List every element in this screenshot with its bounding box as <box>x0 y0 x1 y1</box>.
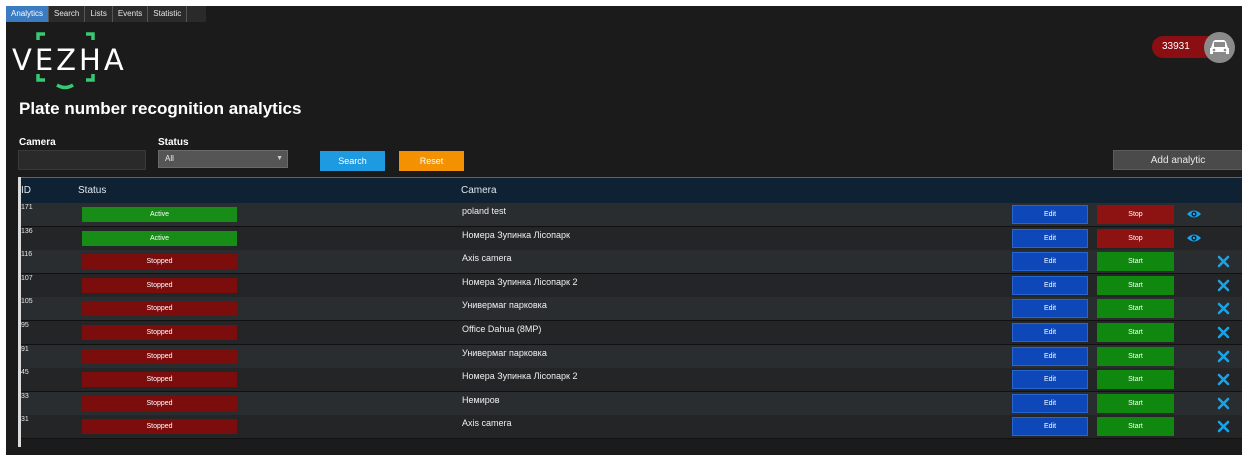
edit-button[interactable]: Edit <box>1012 346 1088 366</box>
cell-camera: Axis camera <box>462 418 512 429</box>
chevron-down-icon: ▼ <box>276 155 283 162</box>
car-icon <box>1204 32 1235 63</box>
cell-id: 105 <box>21 298 33 306</box>
status-badge: Stopped <box>82 395 237 411</box>
analytics-table: ID Status Camera 171 Active poland test Edi… <box>18 177 1242 447</box>
tab-analytics[interactable]: Analytics <box>6 6 50 22</box>
start-button[interactable]: Start <box>1097 346 1174 366</box>
close-icon[interactable] <box>1217 326 1230 339</box>
start-button[interactable]: Start <box>1097 393 1174 413</box>
close-icon[interactable] <box>1217 255 1230 268</box>
cell-camera: Немиров <box>462 394 500 405</box>
status-badge: Stopped <box>82 419 237 435</box>
close-icon[interactable] <box>1217 420 1230 433</box>
close-icon[interactable] <box>1217 350 1230 363</box>
cell-id: 45 <box>21 369 29 377</box>
edit-button[interactable]: Edit <box>1012 205 1088 224</box>
status-badge: Stopped <box>82 325 237 340</box>
cell-camera: Axis camera <box>462 253 512 264</box>
eye-icon[interactable] <box>1186 231 1202 245</box>
cell-id: 136 <box>21 227 33 235</box>
table-row: 136 Active Номера Зупинка Лісопарк Edit Stop <box>21 226 1242 251</box>
start-button[interactable]: Start <box>1097 252 1174 272</box>
cell-camera: Универмаг парковка <box>462 300 547 311</box>
counter-value: 33931 <box>1162 41 1190 52</box>
cell-id: 107 <box>21 274 33 282</box>
cell-camera: Office Dahua (8MP) <box>462 324 542 334</box>
logo: VEZHA <box>12 26 137 92</box>
table-row: 171 Active poland test Edit Stop <box>21 203 1242 227</box>
status-badge: Active <box>82 230 237 246</box>
cell-id: 31 <box>21 416 29 424</box>
header-id: ID <box>21 185 31 196</box>
start-button[interactable]: Start <box>1097 299 1174 319</box>
tab-bar: Analytics Search Lists Events Statistic <box>6 6 206 22</box>
search-button[interactable]: Search <box>320 151 385 171</box>
edit-button[interactable]: Edit <box>1012 417 1088 437</box>
status-badge: Stopped <box>82 348 237 364</box>
edit-button[interactable]: Edit <box>1012 252 1088 272</box>
cell-camera: Номера Зупинка Лісопарк <box>462 229 570 240</box>
cell-id: 116 <box>21 251 33 259</box>
tab-lists[interactable]: Lists <box>85 6 113 22</box>
cell-id: 91 <box>21 345 29 353</box>
stop-button[interactable]: Stop <box>1097 205 1174 224</box>
edit-button[interactable]: Edit <box>1012 275 1088 295</box>
table-row: 33 Stopped Немиров Edit Start <box>21 391 1242 416</box>
cell-camera: Универмаг парковка <box>462 347 547 358</box>
status-label: Status <box>158 137 189 148</box>
edit-button[interactable]: Edit <box>1012 393 1088 413</box>
table-header: ID Status Camera <box>21 177 1242 203</box>
cell-camera: poland test <box>462 206 507 216</box>
table-row: 105 Stopped Универмаг парковка Edit Start <box>21 297 1242 322</box>
cell-camera: Номера Зупинка Лісопарк 2 <box>462 276 578 287</box>
cell-camera: Номера Зупинка Лісопарк 2 <box>462 371 578 382</box>
start-button[interactable]: Start <box>1097 323 1174 342</box>
start-button[interactable]: Start <box>1097 370 1174 390</box>
close-icon[interactable] <box>1217 279 1230 292</box>
status-badge: Stopped <box>82 277 237 293</box>
edit-button[interactable]: Edit <box>1012 228 1088 248</box>
status-select-value: All <box>165 154 174 163</box>
table-row: 45 Stopped Номера Зупинка Лісопарк 2 Edit St… <box>21 368 1242 393</box>
table-row: 116 Stopped Axis camera Edit Start <box>21 250 1242 275</box>
stop-button[interactable]: Stop <box>1097 228 1174 248</box>
cell-id: 171 <box>21 204 33 211</box>
cell-id: 95 <box>21 322 29 329</box>
table-row: 107 Stopped Номера Зупинка Лісопарк 2 Edit S… <box>21 273 1242 298</box>
status-badge: Active <box>82 207 237 222</box>
status-badge: Stopped <box>82 254 237 270</box>
camera-input[interactable] <box>18 150 146 170</box>
tab-statistic[interactable]: Statistic <box>148 6 188 22</box>
status-badge: Stopped <box>82 372 237 388</box>
cell-id: 33 <box>21 392 29 400</box>
edit-button[interactable]: Edit <box>1012 370 1088 390</box>
close-icon[interactable] <box>1217 302 1230 315</box>
tab-events[interactable]: Events <box>112 6 149 22</box>
table-row: 31 Stopped Axis camera Edit Start <box>21 415 1242 440</box>
status-badge: Stopped <box>82 301 237 317</box>
reset-button[interactable]: Reset <box>399 151 464 171</box>
add-analytic-button[interactable]: Add analytic <box>1113 150 1242 170</box>
status-select[interactable]: All ▼ <box>158 150 288 168</box>
tab-search[interactable]: Search <box>49 6 86 22</box>
header-camera: Camera <box>461 185 497 196</box>
close-icon[interactable] <box>1217 397 1230 410</box>
edit-button[interactable]: Edit <box>1012 299 1088 319</box>
edit-button[interactable]: Edit <box>1012 323 1088 342</box>
start-button[interactable]: Start <box>1097 417 1174 437</box>
camera-label: Camera <box>19 137 56 148</box>
table-row: 95 Stopped Office Dahua (8MP) Edit Start <box>21 321 1242 345</box>
logo-text: VEZHA <box>12 43 127 77</box>
table-row: 91 Stopped Универмаг парковка Edit Start <box>21 344 1242 369</box>
eye-icon[interactable] <box>1186 207 1202 221</box>
page-title: Plate number recognition analytics <box>19 99 302 118</box>
start-button[interactable]: Start <box>1097 275 1174 295</box>
close-icon[interactable] <box>1217 373 1230 386</box>
app-window: Analytics Search Lists Events Statistic … <box>6 6 1242 455</box>
header-status: Status <box>78 185 107 196</box>
